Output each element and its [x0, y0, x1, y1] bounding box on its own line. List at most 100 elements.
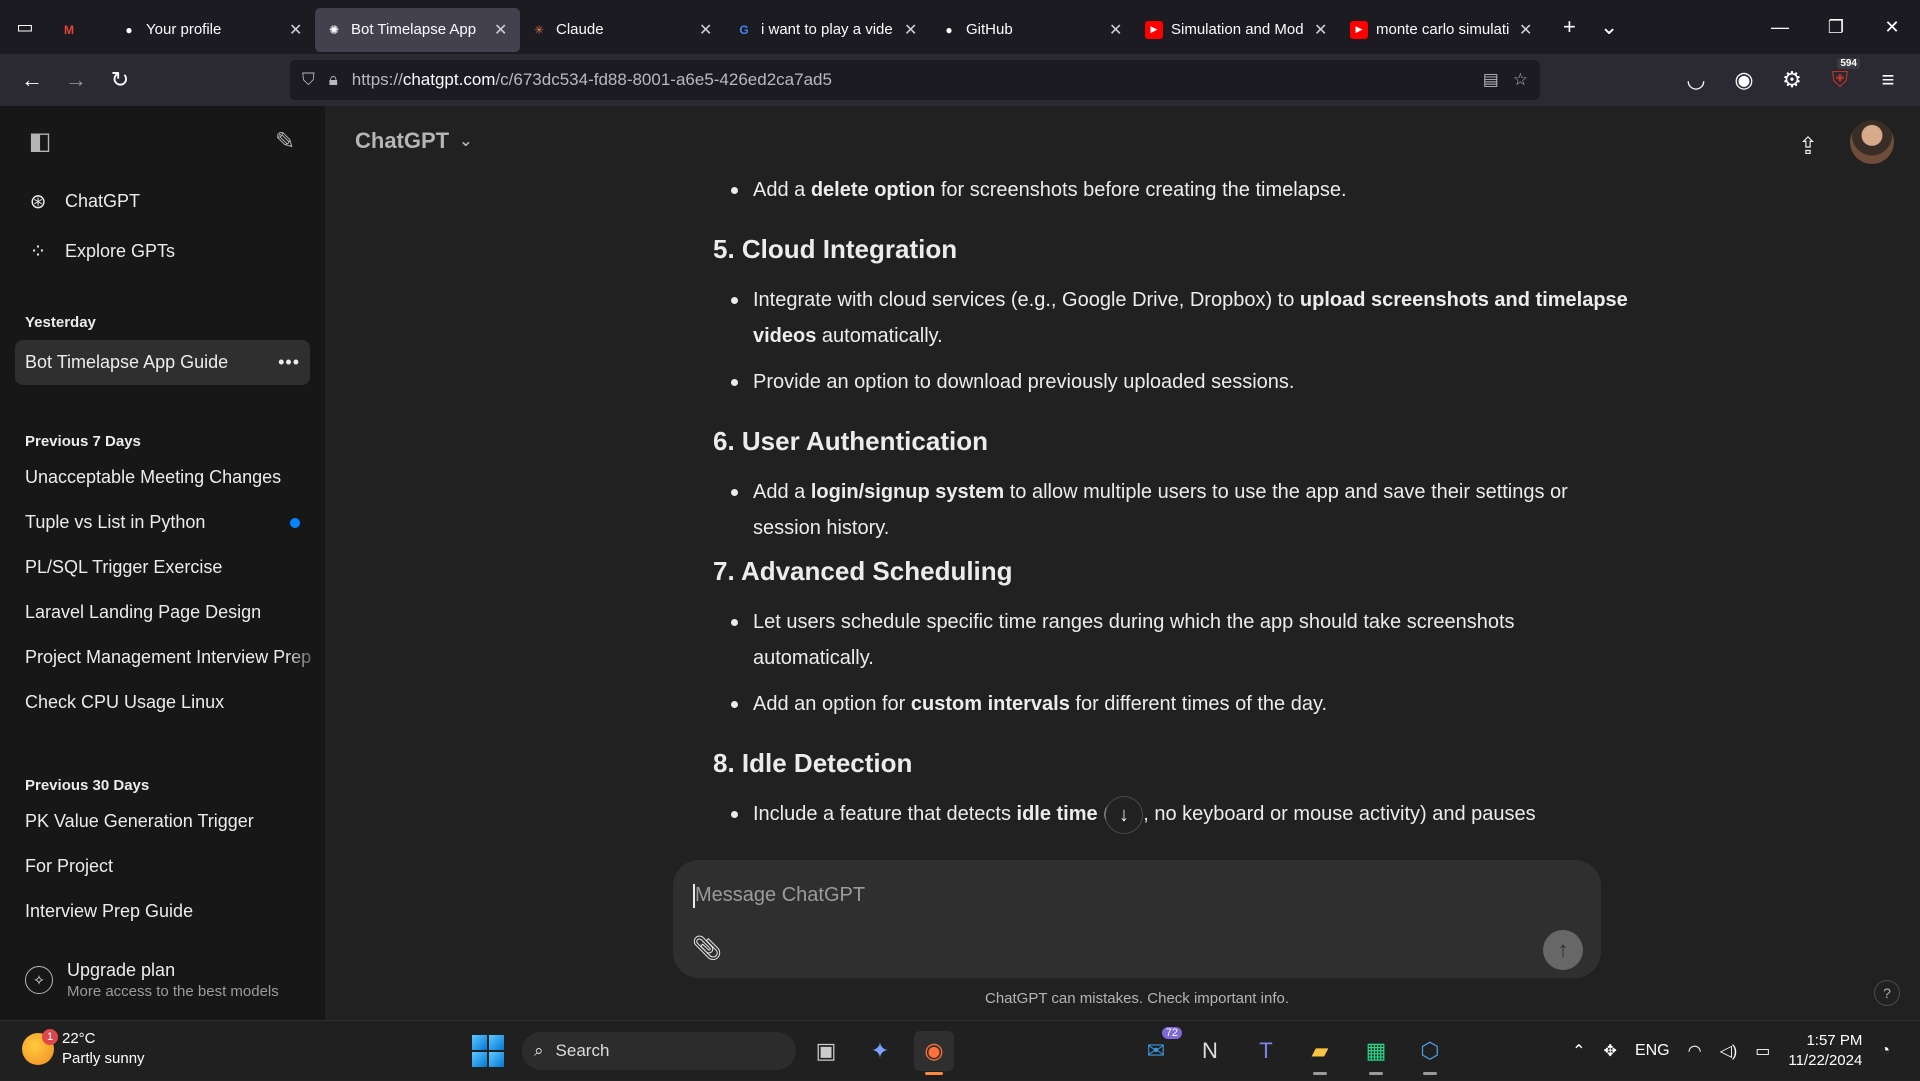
- avatar[interactable]: [1850, 120, 1894, 164]
- url-bar[interactable]: ⛉ 🔒︎ https://chatgpt.com/c/673dc534-fd88…: [290, 60, 1540, 100]
- new-tab-icon[interactable]: +: [1563, 14, 1576, 40]
- close-icon[interactable]: ✕: [289, 20, 305, 40]
- list-item: Add an option for custom intervals for d…: [731, 686, 1633, 722]
- history-item[interactable]: Bot Timelapse App Guide •••: [15, 340, 310, 385]
- close-icon[interactable]: ✕: [494, 20, 510, 40]
- sidebar-link[interactable]: ⊛ ChatGPT: [0, 176, 325, 226]
- tab-strip: M ● Your profile ✕ ✺ Bot Timelapse App ✕ ✳ Claud…: [50, 3, 1545, 52]
- menu-icon[interactable]: ≡: [1866, 60, 1910, 100]
- youtube-icon: ▶: [1350, 20, 1368, 39]
- close-icon[interactable]: ✕: [699, 20, 715, 40]
- history-item[interactable]: Check CPU Usage Linux: [0, 680, 325, 725]
- minimize-icon[interactable]: —: [1752, 0, 1808, 54]
- history-item[interactable]: PL/SQL Trigger Exercise: [0, 545, 325, 590]
- history-section-title: Previous 30 Days: [25, 776, 150, 794]
- forward-icon[interactable]: →: [54, 60, 98, 100]
- history-item[interactable]: Laravel Landing Page Design: [0, 590, 325, 635]
- close-window-icon[interactable]: ✕: [1864, 0, 1920, 54]
- chevron-up-icon[interactable]: ⌃: [1572, 1041, 1585, 1061]
- history-item-label: Tuple vs List in Python: [25, 512, 206, 532]
- browser-tab[interactable]: ▶ Simulation and Mod ✕: [1135, 8, 1340, 52]
- firefox-icon[interactable]: ◉: [914, 1031, 954, 1075]
- reader-view-icon[interactable]: ▤: [1483, 70, 1499, 90]
- taskbar-search[interactable]: ⌕ Search: [522, 1032, 796, 1070]
- tab-title: i want to play a vide: [761, 21, 893, 38]
- browser-tab[interactable]: ● GitHub ✕: [930, 8, 1135, 52]
- bold-text: idle time: [1016, 803, 1098, 825]
- message-input[interactable]: Message ChatGPT: [695, 884, 865, 907]
- history-item[interactable]: Tuple vs List in Python: [0, 500, 325, 545]
- github-icon: ●: [125, 22, 133, 37]
- help-icon[interactable]: ?: [1874, 980, 1900, 1006]
- history-item[interactable]: PK Value Generation Trigger: [0, 799, 325, 844]
- ublock-icon[interactable]: ⛨ 594: [1818, 58, 1862, 100]
- composer[interactable]: Message ChatGPT 📎︎ ↑: [673, 860, 1601, 978]
- send-button[interactable]: ↑: [1543, 930, 1583, 970]
- extensions-icon[interactable]: ⚙: [1770, 60, 1814, 100]
- scroll-down-button[interactable]: ↓: [1105, 796, 1143, 834]
- language-indicator[interactable]: ENG: [1635, 1042, 1670, 1060]
- browser-tab[interactable]: ● Your profile ✕: [110, 8, 315, 52]
- history-item-label: Unacceptable Meeting Changes: [25, 467, 282, 487]
- tab-list-button[interactable]: ▭: [0, 0, 50, 54]
- tab-title: Your profile: [146, 21, 222, 38]
- file-explorer-icon[interactable]: ▰: [1300, 1031, 1340, 1075]
- reload-icon[interactable]: ↻: [98, 60, 142, 100]
- chevron-down-icon[interactable]: ⌄: [1600, 14, 1618, 40]
- close-icon[interactable]: ✕: [904, 20, 920, 40]
- dropbox-icon[interactable]: ✥: [1604, 1041, 1617, 1061]
- history-item-label: PK Value Generation Trigger: [25, 811, 254, 831]
- text: Include a feature that detects: [753, 803, 1017, 825]
- new-chat-icon[interactable]: ✎: [265, 121, 305, 161]
- notifications-icon[interactable]: ◔: [1880, 1042, 1890, 1060]
- share-icon[interactable]: ⇪: [1788, 126, 1828, 166]
- sidebar-links: ⊛ ChatGPT ⁘ Explore GPTs: [0, 176, 325, 276]
- browser-tab[interactable]: ✺ Bot Timelapse App ✕: [315, 7, 520, 52]
- restore-icon[interactable]: ❐: [1808, 0, 1864, 54]
- back-icon[interactable]: ←: [10, 60, 54, 100]
- close-icon[interactable]: ✕: [1109, 20, 1125, 40]
- history-section-title: Previous 7 Days: [25, 432, 141, 450]
- more-options-icon[interactable]: •••: [278, 352, 300, 373]
- browser-tab[interactable]: Gi want to play a vide ✕: [725, 8, 930, 52]
- gmail-icon: M: [64, 22, 74, 37]
- model-picker[interactable]: ChatGPT ⌄: [355, 128, 473, 154]
- clock[interactable]: 1:57 PM 11/22/2024: [1788, 1031, 1862, 1071]
- lock-icon[interactable]: 🔒︎: [329, 70, 338, 90]
- close-icon[interactable]: ✕: [1314, 20, 1330, 40]
- battery-icon[interactable]: ▭: [1755, 1041, 1770, 1061]
- task-view-icon[interactable]: ▣: [806, 1031, 846, 1071]
- pocket-icon[interactable]: ◡: [1674, 60, 1718, 100]
- bookmark-star-icon[interactable]: ☆: [1513, 70, 1528, 90]
- history-item[interactable]: Unacceptable Meeting Changes: [0, 455, 325, 500]
- copilot-icon[interactable]: ✦: [860, 1031, 900, 1071]
- browser-tab[interactable]: ▶ monte carlo simulati ✕: [1340, 8, 1545, 52]
- history-item[interactable]: For Project: [0, 844, 325, 889]
- attach-icon[interactable]: 📎︎: [691, 932, 723, 964]
- wifi-icon[interactable]: ◠: [1688, 1041, 1702, 1061]
- url-text[interactable]: https://chatgpt.com/c/673dc534-fd88-8001…: [352, 70, 1469, 90]
- close-icon[interactable]: ✕: [1519, 20, 1535, 40]
- browser-tab[interactable]: ✳ Claude ✕: [520, 8, 725, 52]
- account-icon[interactable]: ◉: [1722, 60, 1766, 100]
- weather-icon: 1: [22, 1029, 58, 1065]
- fade-overlay: [285, 680, 325, 725]
- main-area: ChatGPT ⌄ ⇪ Add a delete option for scree…: [325, 106, 1920, 1020]
- python-icon[interactable]: ⬡: [1410, 1031, 1450, 1075]
- sidebar-link[interactable]: ⁘ Explore GPTs: [0, 226, 325, 276]
- upgrade-plan-button[interactable]: ✧ Upgrade plan More access to the best m…: [25, 960, 279, 1000]
- history-item-label: Check CPU Usage Linux: [25, 692, 225, 712]
- start-button[interactable]: [472, 1035, 504, 1067]
- browser-tab[interactable]: M: [50, 8, 110, 52]
- history-item[interactable]: Interview Prep Guide: [0, 889, 325, 934]
- mail-icon[interactable]: ✉ 72: [1136, 1027, 1182, 1071]
- pycharm-icon[interactable]: ▦: [1356, 1031, 1396, 1075]
- shield-icon[interactable]: ⛉: [302, 70, 315, 90]
- toggle-sidebar-icon[interactable]: ◧: [20, 121, 60, 161]
- weather-widget[interactable]: 1 22°C Partly sunny: [22, 1029, 145, 1069]
- system-tray: ⌃ ✥ ENG ◠ ◁) ▭ 1:57 PM 11/22/2024 ◔: [1572, 1021, 1890, 1081]
- teams-icon[interactable]: T: [1246, 1031, 1286, 1071]
- history-item[interactable]: Project Management Interview Prep: [0, 635, 325, 680]
- volume-icon[interactable]: ◁): [1720, 1041, 1738, 1061]
- notion-icon[interactable]: N: [1190, 1031, 1230, 1071]
